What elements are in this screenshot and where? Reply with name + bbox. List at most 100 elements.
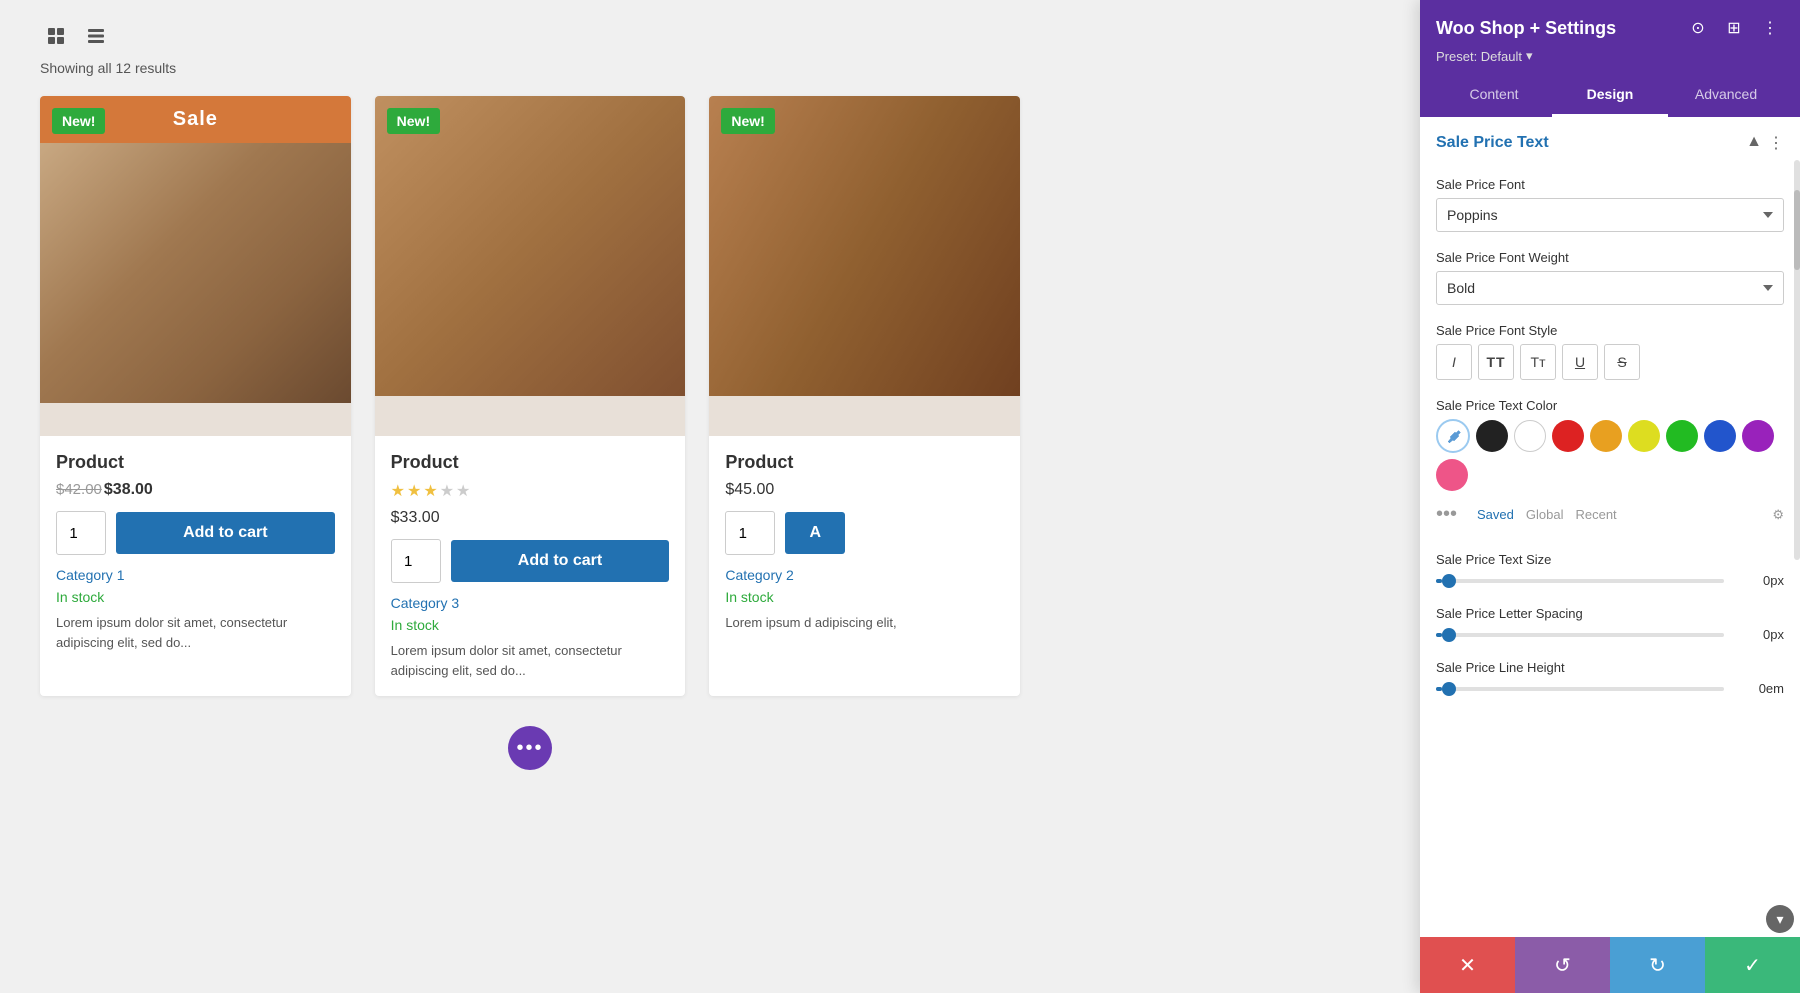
category-link-1[interactable]: Category 1 (56, 567, 335, 583)
text-size-slider-row: 0px (1436, 573, 1784, 588)
text-size-thumb[interactable] (1442, 574, 1456, 588)
tab-advanced[interactable]: Advanced (1668, 74, 1784, 117)
add-to-cart-button-1[interactable]: Add to cart (116, 512, 335, 554)
add-to-cart-button-2[interactable]: Add to cart (451, 540, 670, 582)
color-dots: ••• (1436, 503, 1457, 526)
product-desc-2: Lorem ipsum dolor sit amet, consectetur … (391, 641, 670, 680)
panel-icon-target[interactable]: ⊙ (1684, 14, 1712, 42)
add-to-cart-row-3: A (725, 511, 1004, 555)
product-desc-3: Lorem ipsum d adipiscing elit, (725, 613, 1004, 633)
product-card-1: Sale New! Product $42.00$38.00 Add to ca… (40, 96, 351, 696)
line-height-fill (1436, 687, 1442, 691)
new-badge-1: New! (52, 108, 105, 134)
panel-body: Sale Price Text ▲ ⋮ Sale Price Font Popp… (1420, 117, 1800, 937)
line-height-thumb[interactable] (1442, 682, 1456, 696)
star-3: ★ (423, 481, 437, 501)
line-height-track[interactable] (1436, 687, 1724, 691)
list-view-button[interactable] (80, 20, 112, 52)
font-style-field-group: Sale Price Font Style I TT Tт U S (1436, 323, 1784, 380)
confirm-button[interactable]: ✓ (1705, 937, 1800, 993)
products-grid: Sale New! Product $42.00$38.00 Add to ca… (40, 96, 1020, 696)
text-size-label: Sale Price Text Size (1436, 552, 1784, 567)
color-red[interactable] (1552, 420, 1584, 452)
undo-button[interactable]: ↺ (1515, 937, 1610, 993)
color-tabs: ••• Saved Global Recent ⚙ (1436, 499, 1784, 534)
text-size-value: 0px (1734, 573, 1784, 588)
color-green[interactable] (1666, 420, 1698, 452)
color-tab-saved[interactable]: Saved (1477, 507, 1514, 522)
panel-preset-label: Preset: Default (1436, 49, 1522, 64)
panel-icon-more[interactable]: ⋮ (1756, 14, 1784, 42)
eyedropper-swatch[interactable] (1436, 419, 1470, 453)
product-image-3 (709, 96, 1020, 396)
panel-header: Woo Shop + Settings ⊙ ⊞ ⋮ Preset: Defaul… (1420, 0, 1800, 117)
product-card-3: New! Product $45.00 A Category 2 In stoc… (709, 96, 1020, 696)
panel-title: Woo Shop + Settings (1436, 18, 1616, 39)
panel-icon-columns[interactable]: ⊞ (1720, 14, 1748, 42)
line-height-slider-row: 0em (1436, 681, 1784, 696)
category-link-2[interactable]: Category 3 (391, 595, 670, 611)
font-select[interactable]: Poppins (1436, 198, 1784, 232)
color-white[interactable] (1514, 420, 1546, 452)
letter-spacing-track[interactable] (1436, 633, 1724, 637)
color-settings-icon[interactable]: ⚙ (1772, 507, 1784, 523)
font-style-row: I TT Tт U S (1436, 344, 1784, 380)
qty-input-2[interactable] (391, 539, 441, 583)
style-capitalize[interactable]: Tт (1520, 344, 1556, 380)
add-to-cart-button-3[interactable]: A (785, 512, 845, 554)
font-weight-label: Sale Price Font Weight (1436, 250, 1784, 265)
color-purple[interactable] (1742, 420, 1774, 452)
panel-preset[interactable]: Preset: Default ▾ (1436, 48, 1784, 64)
letter-spacing-thumb[interactable] (1442, 628, 1456, 642)
font-weight-select[interactable]: Bold (1436, 271, 1784, 305)
style-uppercase[interactable]: TT (1478, 344, 1514, 380)
color-blue[interactable] (1704, 420, 1736, 452)
style-strikethrough[interactable]: S (1604, 344, 1640, 380)
product-price-2: $33.00 (391, 509, 670, 527)
style-underline[interactable]: U (1562, 344, 1598, 380)
scrollbar-thumb[interactable] (1794, 190, 1800, 270)
color-tab-recent[interactable]: Recent (1575, 507, 1616, 522)
tab-content[interactable]: Content (1436, 74, 1552, 117)
letter-spacing-fill (1436, 633, 1442, 637)
section-collapse-icon[interactable]: ▲ (1746, 133, 1762, 153)
color-yellow[interactable] (1628, 420, 1660, 452)
category-link-3[interactable]: Category 2 (725, 567, 1004, 583)
price-regular-2: $33.00 (391, 509, 440, 526)
pagination-dots-button[interactable]: ••• (508, 726, 552, 770)
color-picker-row (1436, 419, 1784, 491)
star-rating-2: ★ ★ ★ ★ ★ (391, 481, 670, 501)
letter-spacing-value: 0px (1734, 627, 1784, 642)
line-height-field-group: Sale Price Line Height 0em (1436, 660, 1784, 696)
product-card-2: New! Product ★ ★ ★ ★ ★ $33.00 Add to car… (375, 96, 686, 696)
qty-input-3[interactable] (725, 511, 775, 555)
redo-button[interactable]: ↻ (1610, 937, 1705, 993)
qty-input-1[interactable] (56, 511, 106, 555)
in-stock-2: In stock (391, 617, 670, 633)
text-size-track[interactable] (1436, 579, 1724, 583)
panel-header-icons: ⊙ ⊞ ⋮ (1684, 14, 1784, 42)
line-height-value: 0em (1734, 681, 1784, 696)
section-header: Sale Price Text ▲ ⋮ (1436, 133, 1784, 161)
grid-view-button[interactable] (40, 20, 72, 52)
product-info-2: Product ★ ★ ★ ★ ★ $33.00 Add to cart Cat… (375, 436, 686, 696)
star-1: ★ (391, 481, 405, 501)
star-4: ★ (440, 481, 454, 501)
new-badge-3: New! (721, 108, 774, 134)
add-to-cart-row-1: Add to cart (56, 511, 335, 555)
product-image-2 (375, 96, 686, 396)
cancel-button[interactable]: ✕ (1420, 937, 1515, 993)
price-regular-3: $45.00 (725, 481, 774, 498)
color-black[interactable] (1476, 420, 1508, 452)
star-2: ★ (407, 481, 421, 501)
tab-design[interactable]: Design (1552, 74, 1668, 117)
price-original-1: $42.00 (56, 481, 102, 498)
section-more-icon[interactable]: ⋮ (1768, 133, 1784, 153)
color-tab-global[interactable]: Global (1526, 507, 1564, 522)
color-pink[interactable] (1436, 459, 1468, 491)
scroll-down-arrow[interactable]: ▾ (1766, 905, 1794, 933)
style-italic[interactable]: I (1436, 344, 1472, 380)
letter-spacing-label: Sale Price Letter Spacing (1436, 606, 1784, 621)
scrollbar-track (1794, 160, 1800, 560)
color-orange[interactable] (1590, 420, 1622, 452)
